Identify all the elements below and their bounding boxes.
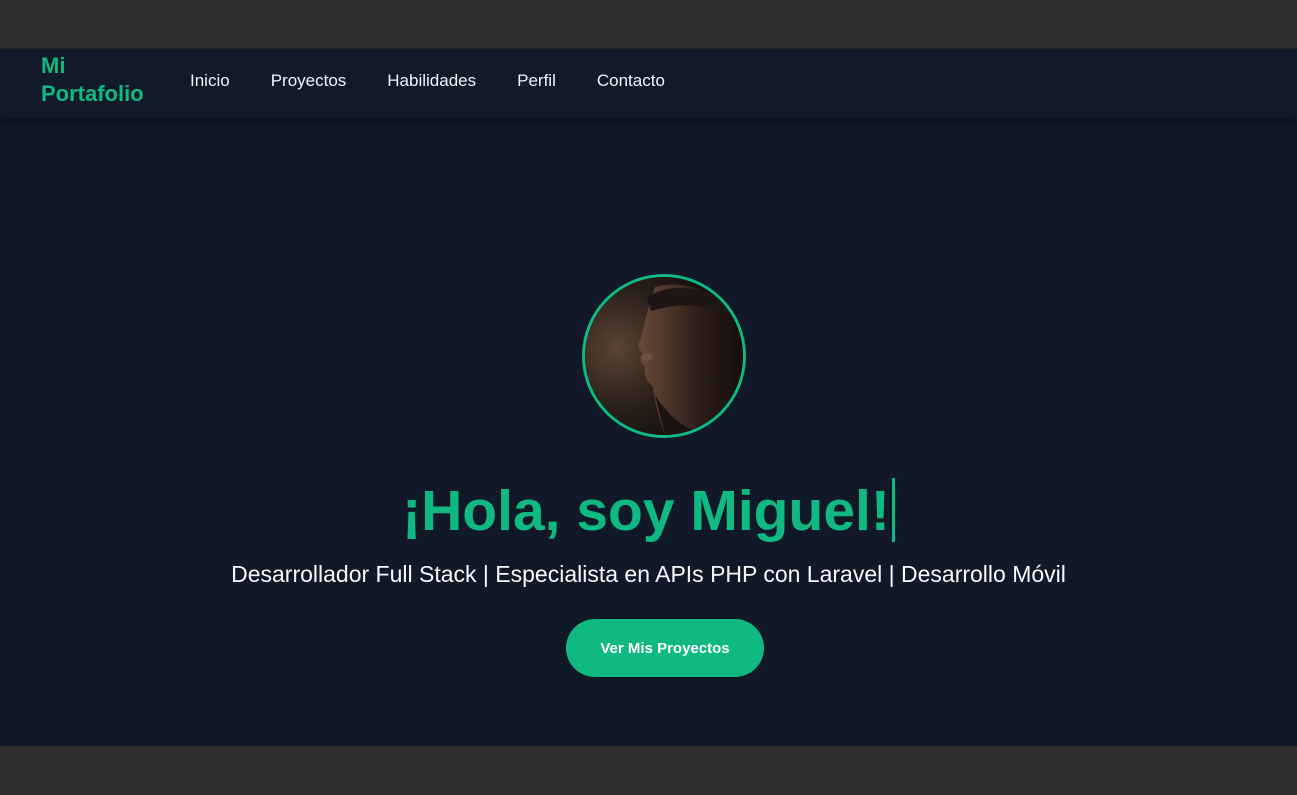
window-bottom-bar — [0, 746, 1297, 795]
nav-link-inicio[interactable]: Inicio — [190, 69, 230, 93]
brand-logo[interactable]: Mi Portafolio — [41, 52, 171, 108]
profile-photo-icon — [585, 277, 743, 435]
typing-caret — [891, 478, 895, 542]
hero-title: ¡Hola, soy Miguel! — [0, 476, 1297, 546]
hero-subtitle: Desarrollador Full Stack | Especialista … — [231, 561, 1066, 587]
page-viewport: Mi Portafolio Inicio Proyectos Habilidad… — [0, 49, 1297, 746]
brand-line-2: Portafolio — [41, 81, 144, 106]
navbar: Mi Portafolio Inicio Proyectos Habilidad… — [0, 49, 1297, 119]
nav-link-contacto[interactable]: Contacto — [597, 69, 665, 93]
nav-link-perfil[interactable]: Perfil — [517, 69, 556, 93]
hero-title-text: ¡Hola, soy Miguel! — [402, 479, 890, 543]
hero-section: ¡Hola, soy Miguel! Desarrollador Full St… — [0, 119, 1297, 746]
nav-links: Inicio Proyectos Habilidades Perfil Cont… — [190, 69, 706, 93]
nav-link-proyectos[interactable]: Proyectos — [271, 69, 347, 93]
brand-line-1: Mi — [41, 53, 66, 78]
view-projects-button[interactable]: Ver Mis Proyectos — [566, 619, 764, 677]
window-top-bar — [0, 0, 1297, 49]
avatar — [582, 274, 746, 438]
nav-link-habilidades[interactable]: Habilidades — [387, 69, 476, 93]
